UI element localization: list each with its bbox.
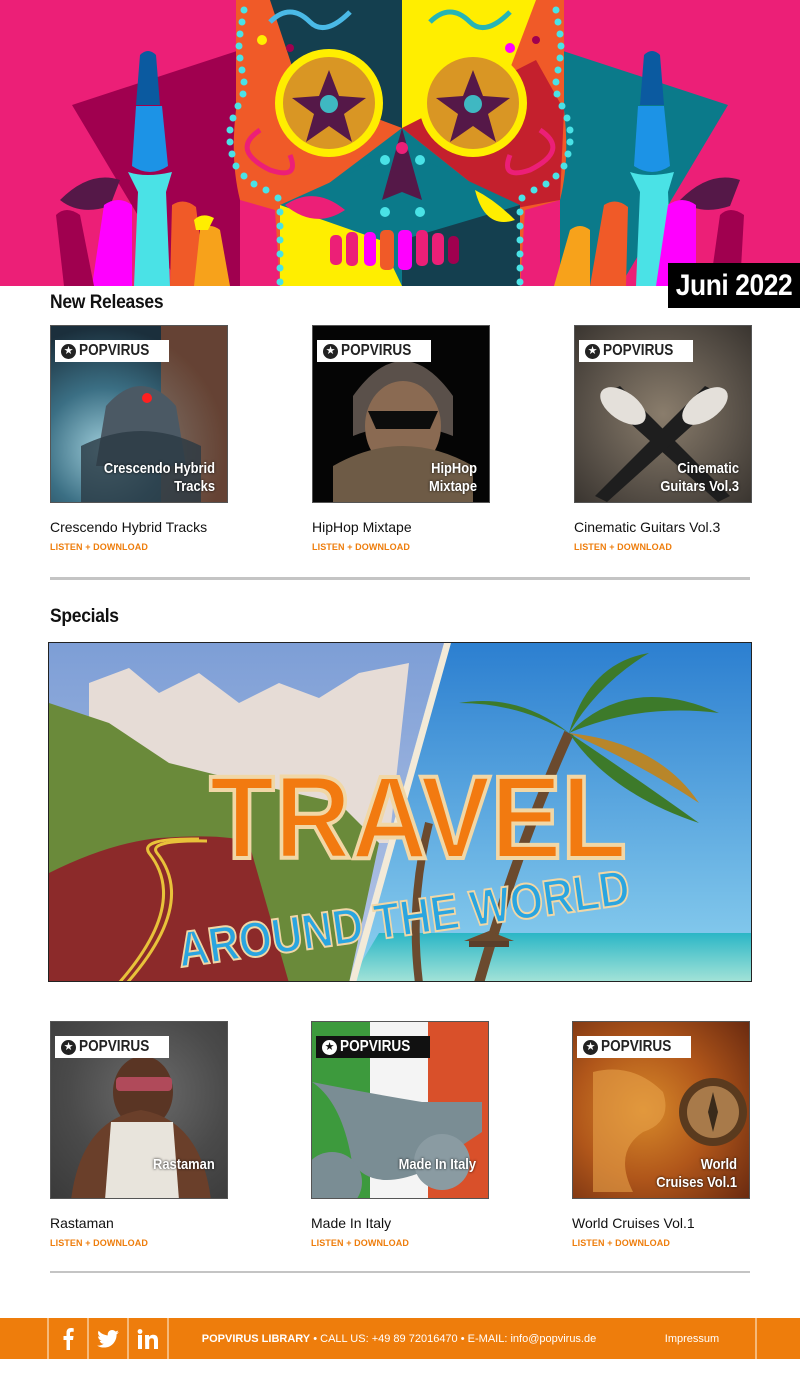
star-icon: ★ xyxy=(61,1039,76,1055)
hero-banner xyxy=(0,0,800,286)
star-icon: ★ xyxy=(585,343,600,359)
release-card: ★ POPVIRUS HipHop Mixtape HipHop Mixtape … xyxy=(312,325,490,552)
facebook-icon xyxy=(63,1327,74,1350)
star-icon: ★ xyxy=(323,343,338,359)
cover-title: World Cruises Vol.1 xyxy=(656,1156,737,1191)
footer-bar: POPVIRUS LIBRARY • CALL US: +49 89 72016… xyxy=(0,1318,800,1359)
twitter-icon xyxy=(97,1329,119,1348)
linkedin-link[interactable] xyxy=(129,1318,169,1359)
email-label: E-MAIL: xyxy=(467,1332,508,1345)
section-divider xyxy=(50,1271,750,1273)
footer-spacer xyxy=(757,1318,800,1359)
special-card: ★ POPVIRUS World Cruises Vol.1 World Crui… xyxy=(572,1021,750,1248)
special-cover[interactable]: ★ POPVIRUS World Cruises Vol.1 xyxy=(572,1021,750,1199)
listen-download-link[interactable]: LISTEN + DOWNLOAD xyxy=(311,1238,489,1248)
specials-heading: Specials xyxy=(50,606,119,627)
phone-number[interactable]: +49 89 72016470 xyxy=(372,1333,458,1345)
cover-title: Made In Italy xyxy=(398,1156,476,1173)
brand-logo: ★ POPVIRUS xyxy=(55,340,169,362)
issue-date-badge: Juni 2022 xyxy=(668,263,800,308)
release-cover[interactable]: ★ POPVIRUS HipHop Mixtape xyxy=(312,325,490,503)
listen-download-link[interactable]: LISTEN + DOWNLOAD xyxy=(572,1238,750,1248)
special-card: ★ POPVIRUS Rastaman Rastaman LISTEN + DOW… xyxy=(50,1021,228,1248)
sugar-skull-illustration xyxy=(0,0,800,286)
section-divider xyxy=(50,577,750,580)
release-title: Crescendo Hybrid Tracks xyxy=(50,519,208,535)
facebook-link[interactable] xyxy=(49,1318,89,1359)
release-cover[interactable]: ★ POPVIRUS Cinematic Guitars Vol.3 xyxy=(574,325,752,503)
brand-logo: ★ POPVIRUS xyxy=(316,1036,430,1058)
star-icon: ★ xyxy=(61,343,76,359)
special-title: World Cruises Vol.1 xyxy=(572,1215,695,1231)
company-name: POPVIRUS LIBRARY xyxy=(201,1332,311,1345)
twitter-link[interactable] xyxy=(89,1318,129,1359)
listen-download-link[interactable]: LISTEN + DOWNLOAD xyxy=(312,542,490,552)
release-card: ★ POPVIRUS Crescendo Hybrid Tracks Cresce… xyxy=(50,325,228,552)
separator: • xyxy=(313,1332,318,1345)
special-cover[interactable]: ★ POPVIRUS Made In Italy xyxy=(311,1021,489,1199)
banner-headline: TRAVEL xyxy=(210,751,627,883)
special-title: Rastaman xyxy=(50,1215,114,1231)
release-card: ★ POPVIRUS Cinematic Guitars Vol.3 Cinema… xyxy=(574,325,752,552)
brand-logo: ★ POPVIRUS xyxy=(577,1036,691,1058)
phone-label: CALL US: xyxy=(320,1332,369,1345)
release-cover[interactable]: ★ POPVIRUS Crescendo Hybrid Tracks xyxy=(50,325,228,503)
contact-info: POPVIRUS LIBRARY • CALL US: +49 89 72016… xyxy=(169,1318,629,1359)
special-cover[interactable]: ★ POPVIRUS Rastaman xyxy=(50,1021,228,1199)
linkedin-icon xyxy=(137,1328,158,1349)
new-releases-heading: New Releases xyxy=(50,292,164,313)
brand-logo: ★ POPVIRUS xyxy=(579,340,693,362)
separator: • xyxy=(460,1332,465,1345)
star-icon: ★ xyxy=(583,1039,598,1055)
listen-download-link[interactable]: LISTEN + DOWNLOAD xyxy=(50,1238,228,1248)
cover-title: Cinematic Guitars Vol.3 xyxy=(660,460,739,495)
special-title: Made In Italy xyxy=(311,1215,392,1231)
travel-banner-art: TRAVEL AROUND THE WORLD xyxy=(49,643,751,981)
impressum-link[interactable]: Impressum xyxy=(629,1318,757,1359)
cover-title: HipHop Mixtape xyxy=(428,460,477,495)
brand-logo: ★ POPVIRUS xyxy=(317,340,431,362)
footer-spacer xyxy=(0,1318,49,1359)
special-card: ★ POPVIRUS Made In Italy Made In Italy LI… xyxy=(311,1021,489,1248)
brand-logo: ★ POPVIRUS xyxy=(55,1036,169,1058)
travel-banner[interactable]: TRAVEL AROUND THE WORLD xyxy=(48,642,752,982)
star-icon: ★ xyxy=(322,1039,337,1055)
release-title: Cinematic Guitars Vol.3 xyxy=(574,519,721,535)
cover-title: Crescendo Hybrid Tracks xyxy=(103,460,215,495)
email-link[interactable]: info@popvirus.de xyxy=(510,1333,596,1345)
listen-download-link[interactable]: LISTEN + DOWNLOAD xyxy=(574,542,752,552)
cover-title: Rastaman xyxy=(153,1156,215,1173)
release-title: HipHop Mixtape xyxy=(312,519,412,535)
listen-download-link[interactable]: LISTEN + DOWNLOAD xyxy=(50,542,228,552)
